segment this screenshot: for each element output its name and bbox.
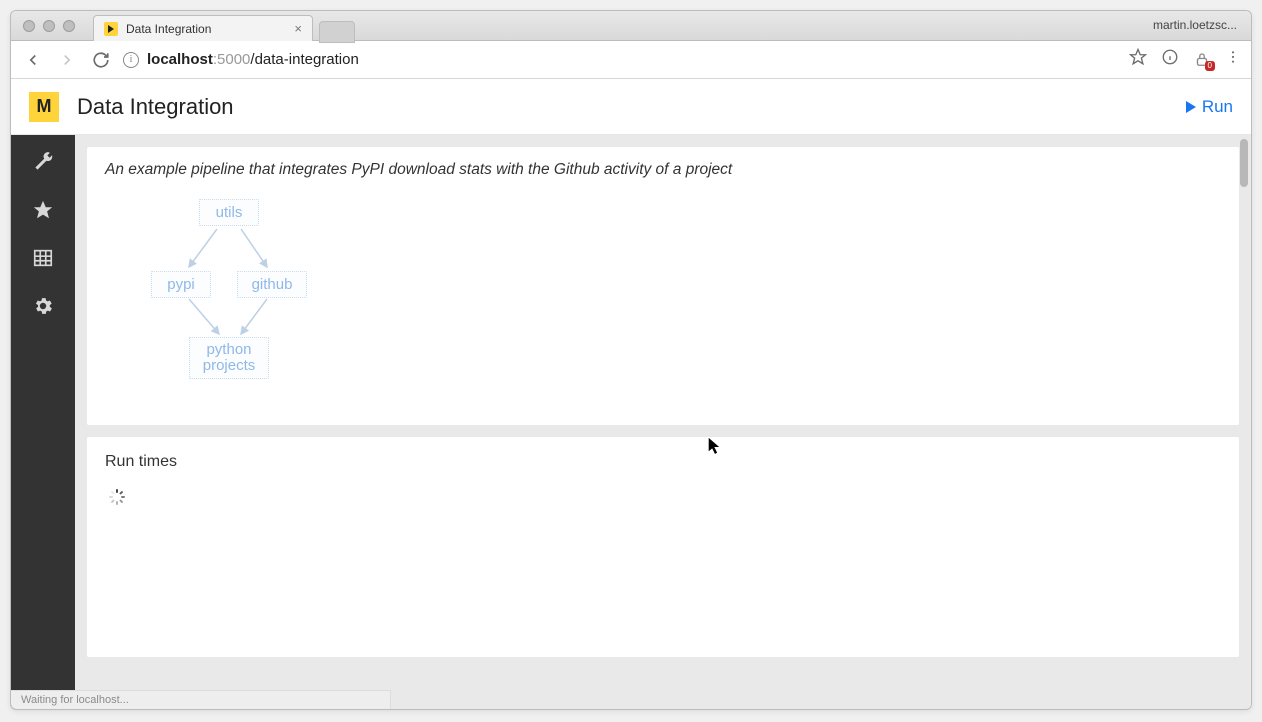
- star-icon[interactable]: [32, 199, 54, 221]
- app-header: M Data Integration Run: [11, 79, 1251, 135]
- browser-toolbar: i localhost:5000/data-integration 0: [11, 41, 1251, 79]
- url-path: /data-integration: [250, 51, 358, 68]
- app-body: An example pipeline that integrates PyPI…: [11, 135, 1251, 709]
- play-icon: [1186, 101, 1196, 113]
- tab-title: Data Integration: [126, 22, 211, 36]
- forward-button[interactable]: [55, 48, 79, 72]
- page-title: Data Integration: [77, 94, 234, 120]
- main-content: An example pipeline that integrates PyPI…: [75, 135, 1251, 709]
- gear-icon[interactable]: [32, 295, 54, 317]
- tab-strip: Data Integration ×: [93, 11, 355, 40]
- window-titlebar: Data Integration × martin.loetzsc...: [11, 11, 1251, 41]
- app-logo[interactable]: M: [29, 92, 59, 122]
- pipeline-card: An example pipeline that integrates PyPI…: [87, 147, 1239, 425]
- app-viewport: M Data Integration Run: [11, 79, 1251, 709]
- close-tab-button[interactable]: ×: [294, 21, 302, 36]
- site-info-icon[interactable]: i: [123, 52, 139, 68]
- info-icon[interactable]: [1161, 48, 1179, 71]
- runtimes-card: Run times: [87, 437, 1239, 657]
- profile-name[interactable]: martin.loetzsc...: [1153, 18, 1237, 32]
- reload-button[interactable]: [89, 48, 113, 72]
- url-host: localhost: [147, 51, 213, 68]
- loading-spinner-icon: [109, 489, 125, 505]
- browser-status-bar: Waiting for localhost...: [11, 690, 391, 709]
- url-port: :5000: [213, 51, 251, 68]
- traffic-lights: [23, 20, 75, 32]
- back-button[interactable]: [21, 48, 45, 72]
- zoom-window-button[interactable]: [63, 20, 75, 32]
- pipeline-graph: utils pypi github python projects: [129, 189, 389, 409]
- new-tab-button[interactable]: [319, 21, 355, 43]
- table-icon[interactable]: [32, 247, 54, 269]
- sidebar: [11, 135, 75, 709]
- browser-window: Data Integration × martin.loetzsc... i l…: [10, 10, 1252, 710]
- tab-favicon: [104, 22, 118, 36]
- graph-edges: [129, 189, 389, 409]
- extension-badge-count: 0: [1205, 61, 1215, 71]
- extension-badge-icon[interactable]: 0: [1193, 51, 1211, 69]
- run-button[interactable]: Run: [1186, 97, 1233, 117]
- browser-menu-icon[interactable]: [1225, 49, 1241, 70]
- browser-tab-active[interactable]: Data Integration ×: [93, 15, 313, 41]
- scrollbar[interactable]: [1239, 135, 1249, 709]
- pipeline-description: An example pipeline that integrates PyPI…: [105, 161, 1221, 179]
- bookmark-star-icon[interactable]: [1129, 48, 1147, 71]
- scrollbar-thumb[interactable]: [1240, 139, 1248, 187]
- runtimes-title: Run times: [105, 453, 1221, 471]
- run-button-label: Run: [1202, 97, 1233, 117]
- address-bar[interactable]: localhost:5000/data-integration: [147, 51, 359, 68]
- wrench-icon[interactable]: [32, 151, 54, 173]
- toolbar-right: 0: [1129, 48, 1241, 71]
- close-window-button[interactable]: [23, 20, 35, 32]
- minimize-window-button[interactable]: [43, 20, 55, 32]
